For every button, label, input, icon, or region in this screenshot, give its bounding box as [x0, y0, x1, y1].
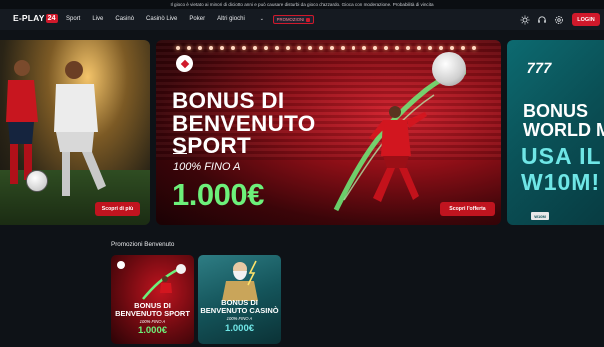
player-white-illustration [54, 61, 106, 196]
football-brand-icon [176, 55, 193, 72]
logo-text: E-PLAY [13, 13, 45, 23]
nav-item-sport[interactable]: Sport [66, 16, 80, 22]
promotions-section-title: Promozioni Benvenuto [111, 241, 175, 248]
nav-item-altri-giochi[interactable]: Altri giochi ⌄ [217, 16, 276, 22]
promo-card-title: BONUS DI BENVENUTO CASINÒ [198, 299, 281, 315]
promo-card-title-line: BENVENUTO SPORT [115, 309, 190, 318]
nav-item-poker[interactable]: Poker [189, 16, 205, 22]
player-kicking-illustration [142, 264, 186, 300]
bonus-subtitle: 100% FINO A [173, 161, 241, 173]
promo-card-title-line: BENVENUTO CASINÒ [200, 306, 279, 315]
bonus-world-code-line: W10M! [521, 169, 601, 195]
top-navigation-bar: E-PLAY 24 Sport Live Casinò Casinò Live … [0, 9, 604, 30]
chevron-down-icon: ⌄ [259, 16, 264, 22]
main-nav: Sport Live Casinò Casinò Live Poker Altr… [66, 16, 288, 22]
football-icon [432, 52, 466, 86]
legal-notice: Il gioco è vietato ai minori di diciotto… [0, 0, 604, 9]
promo-card-bonus-casino[interactable]: BONUS DI BENVENUTO CASINÒ 100% FINO A 1.… [198, 255, 281, 344]
divider [173, 153, 187, 154]
football-brand-icon [117, 261, 125, 269]
football-icon [26, 170, 48, 192]
slot-777-icon: 777 [527, 60, 553, 77]
bonus-amount: 1.000€ [172, 177, 264, 212]
sun-icon[interactable] [519, 14, 530, 25]
bonus-world-title-line: WORLD M [523, 120, 604, 140]
bonus-title-line: SPORT [172, 133, 252, 158]
logo-badge: 24 [45, 13, 58, 23]
nav-item-casino[interactable]: Casinò [115, 16, 134, 22]
promo-card-subtitle: 100% FINO A [226, 316, 253, 321]
svg-text:777: 777 [527, 60, 553, 77]
nav-item-casino-live[interactable]: Casinò Live [146, 16, 177, 22]
bonus-world-title-line: BONUS [523, 101, 589, 121]
site-logo[interactable]: E-PLAY 24 [13, 13, 58, 23]
login-button[interactable]: LOGIN [572, 13, 600, 26]
gift-icon [306, 17, 311, 22]
promo-card-title: BONUS DI BENVENUTO SPORT [111, 302, 194, 318]
promo-card-subtitle: 100% FINO A [139, 319, 166, 324]
bonus-world-code-line: USA IL C [521, 143, 604, 169]
nav-item-altri-giochi-label: Altri giochi [217, 16, 245, 22]
promotions-button[interactable]: PROMOZIONI [273, 15, 314, 24]
w10m-tag: W10M [531, 212, 549, 220]
promo-card-amount: 1.000€ [224, 323, 255, 334]
nav-item-live[interactable]: Live [92, 16, 103, 22]
player-kicking-illustration [369, 106, 427, 202]
scopri-di-piu-button[interactable]: Scopri di più [95, 202, 140, 216]
gear-icon[interactable] [553, 14, 564, 25]
promo-card-bonus-sport[interactable]: BONUS DI BENVENUTO SPORT 100% FINO A 1.0… [111, 255, 194, 344]
bonus-sport-title: BONUS DI BENVENUTO SPORT [172, 88, 316, 158]
bonus-title-line: BONUS DI [172, 88, 285, 113]
bonus-world-code: USA IL C W10M! [521, 143, 604, 195]
bonus-world-title: BONUS WORLD M [523, 102, 604, 140]
headset-icon[interactable] [536, 14, 547, 25]
banner-bonus-world[interactable]: 777 BONUS WORLD M USA IL C W10M! W10M [507, 40, 604, 225]
scopri-offerta-button[interactable]: Scopri l'offerta [440, 202, 495, 216]
zeus-illustration [222, 260, 258, 301]
bonus-title-line: BENVENUTO [172, 110, 316, 136]
promotions-label: PROMOZIONI [276, 17, 305, 22]
hero-carousel: Scopri di più BONUS DI BENVENUTO SPORT 1… [0, 40, 604, 225]
banner-football-players[interactable]: Scopri di più [0, 40, 150, 225]
promo-card-amount: 1.000€ [137, 325, 168, 336]
banner-bonus-sport[interactable]: BONUS DI BENVENUTO SPORT 100% FINO A 1.0… [156, 40, 501, 225]
